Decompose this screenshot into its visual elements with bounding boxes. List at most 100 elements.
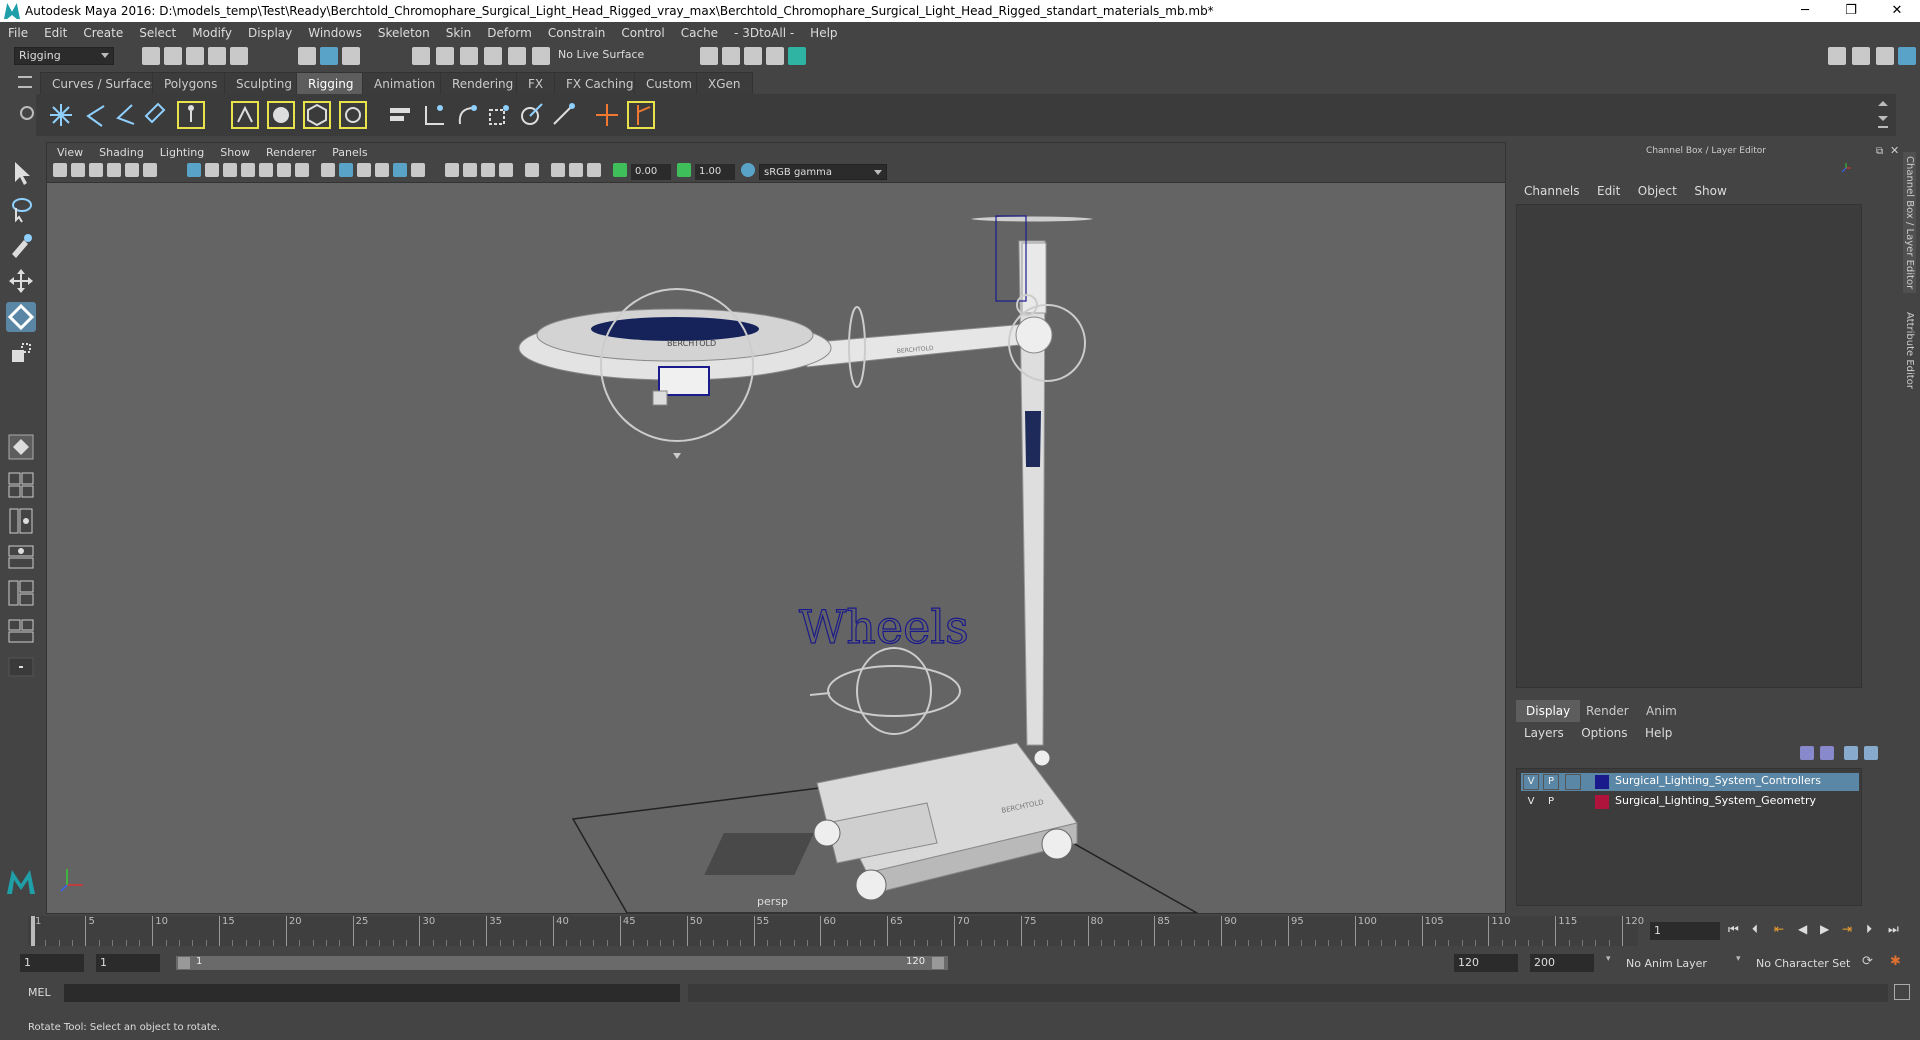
motion-blur-icon[interactable]	[481, 163, 495, 177]
xray-joints-icon[interactable]	[551, 163, 565, 177]
bookmark-icon[interactable]	[89, 163, 103, 177]
layer-visibility-toggle[interactable]: V	[1523, 774, 1539, 790]
aim-constraint-icon[interactable]	[516, 100, 546, 130]
new-scene-icon[interactable]	[142, 47, 160, 65]
viewport-menu-renderer[interactable]: Renderer	[266, 146, 316, 159]
tab-fx[interactable]: FX	[516, 72, 556, 94]
hypershade-icon[interactable]	[788, 47, 806, 65]
ik-curve-icon[interactable]	[140, 100, 170, 130]
time-ruler[interactable]: 1 5 10 15 20 25 30 35 40 45 50 55 60 65 70 75 80 85 90 95 10…	[28, 916, 1644, 946]
menu-deform[interactable]: Deform	[487, 26, 532, 40]
channel-box-area[interactable]	[1516, 204, 1862, 688]
auto-key-icon[interactable]: ⟳	[1862, 954, 1873, 969]
snap-live-icon[interactable]	[508, 47, 526, 65]
select-camera-icon[interactable]	[53, 163, 67, 177]
attribute-editor-toggle-icon[interactable]	[1852, 47, 1870, 65]
animation-start-field[interactable]: 1	[20, 954, 84, 972]
tab-rendering[interactable]: Rendering	[440, 72, 526, 94]
orient-constraint-icon[interactable]	[452, 100, 482, 130]
shelf-menu-icon[interactable]	[18, 76, 32, 88]
redo-icon[interactable]	[230, 47, 248, 65]
side-tab-attribute-editor[interactable]: Attribute Editor	[1903, 308, 1916, 393]
anti-aliasing-icon[interactable]	[499, 163, 513, 177]
tab-sculpting[interactable]: Sculpting	[224, 72, 305, 94]
character-set-label[interactable]: No Character Set	[1756, 957, 1850, 970]
channel-menu-channels[interactable]: Channels	[1524, 184, 1580, 198]
menu-display[interactable]: Display	[248, 26, 292, 40]
viewport-menu-view[interactable]: View	[57, 146, 83, 159]
exposure-icon[interactable]	[613, 163, 627, 177]
toolbox-more-icon[interactable]	[6, 652, 36, 682]
safe-title-icon[interactable]	[295, 163, 309, 177]
move-tool-icon[interactable]	[6, 266, 36, 296]
playback-end-field[interactable]: 120	[1454, 954, 1518, 972]
resolution-gate-icon[interactable]	[223, 163, 237, 177]
ipr-render-icon[interactable]	[744, 47, 762, 65]
character-set-dropdown-arrow-icon[interactable]: ▾	[1736, 954, 1746, 970]
command-input[interactable]	[64, 984, 680, 1002]
shelf-settings-icon[interactable]	[20, 106, 34, 120]
scale-tool-icon[interactable]	[6, 338, 36, 368]
side-tab-channel-box[interactable]: Channel Box / Layer Editor	[1903, 152, 1916, 294]
menu-3dtoall[interactable]: - 3DtoAll -	[734, 26, 794, 40]
wheels-controller[interactable]: Wheels	[798, 599, 969, 735]
ik-spline-icon[interactable]	[110, 100, 140, 130]
color-management-icon[interactable]	[741, 163, 755, 177]
open-scene-icon[interactable]	[164, 47, 182, 65]
exposure-field[interactable]: 0.00	[631, 164, 671, 180]
layer-playback-toggle[interactable]: P	[1543, 774, 1559, 790]
gamma-field[interactable]: 1.00	[695, 164, 735, 180]
image-plane-icon[interactable]	[107, 163, 121, 177]
pole-vector-icon[interactable]	[548, 100, 578, 130]
isolate-select-icon[interactable]	[525, 163, 539, 177]
wireframe-on-shaded-icon[interactable]	[375, 163, 389, 177]
layer-display-type[interactable]	[1565, 794, 1581, 810]
menu-edit[interactable]: Edit	[44, 26, 67, 40]
live-surface-field[interactable]: No Live Surface	[554, 47, 650, 65]
paint-select-tool-icon[interactable]	[6, 230, 36, 260]
play-forwards-icon[interactable]: ▶	[1820, 922, 1829, 936]
tab-render[interactable]: Render	[1576, 700, 1639, 722]
float-panel-icon[interactable]: ⧉	[1876, 146, 1883, 157]
layer-menu-options[interactable]: Options	[1581, 726, 1627, 740]
animation-end-field[interactable]: 200	[1530, 954, 1594, 972]
point-constraint-icon[interactable]	[420, 100, 450, 130]
channel-menu-edit[interactable]: Edit	[1597, 184, 1620, 198]
range-slider-end-handle[interactable]	[932, 957, 944, 969]
menu-cache[interactable]: Cache	[681, 26, 718, 40]
minimize-button[interactable]: ─	[1782, 0, 1828, 22]
dope-sheet-layout-icon[interactable]	[6, 616, 36, 646]
select-by-component-icon[interactable]	[342, 47, 360, 65]
camera-attributes-icon[interactable]	[71, 163, 85, 177]
move-layer-up-icon[interactable]	[1800, 746, 1814, 760]
step-forward-key-icon[interactable]: ⇥	[1842, 922, 1852, 936]
tab-xgen[interactable]: XGen	[696, 72, 753, 94]
snap-rotate-icon[interactable]	[532, 47, 550, 65]
select-by-object-icon[interactable]	[320, 47, 338, 65]
render-view-icon[interactable]	[766, 47, 784, 65]
lasso-tool-icon[interactable]	[6, 194, 36, 224]
current-time-indicator[interactable]	[31, 916, 35, 946]
snap-grid-icon[interactable]	[412, 47, 430, 65]
shelf-scroll-icon[interactable]	[1876, 98, 1890, 132]
layer-color-swatch[interactable]	[1595, 795, 1609, 809]
viewport-menu-panels[interactable]: Panels	[332, 146, 367, 159]
menu-create[interactable]: Create	[83, 26, 123, 40]
layer-menu-help[interactable]: Help	[1645, 726, 1672, 740]
select-by-hierarchy-icon[interactable]	[298, 47, 316, 65]
layer-visibility-toggle[interactable]: V	[1523, 794, 1539, 810]
playback-start-field[interactable]: 1	[96, 954, 160, 972]
snap-curve-icon[interactable]	[436, 47, 454, 65]
field-chart-icon[interactable]	[259, 163, 273, 177]
menu-help[interactable]: Help	[810, 26, 837, 40]
viewport-menu-shading[interactable]: Shading	[99, 146, 144, 159]
rotate-tool-button[interactable]	[6, 302, 36, 332]
new-layer-from-selection-icon[interactable]	[1864, 746, 1878, 760]
channel-menu-object[interactable]: Object	[1638, 184, 1677, 198]
range-slider[interactable]: 1 120	[176, 956, 948, 970]
mirror-joint-icon[interactable]	[626, 100, 656, 130]
smooth-shade-icon[interactable]	[339, 163, 353, 177]
time-slider[interactable]: 1 5 10 15 20 25 30 35 40 45 50 55 60 65 70 75 80 85 90 95 10…	[20, 916, 1644, 946]
modeling-toolkit-icon[interactable]	[1828, 47, 1846, 65]
tab-polygons[interactable]: Polygons	[152, 72, 230, 94]
